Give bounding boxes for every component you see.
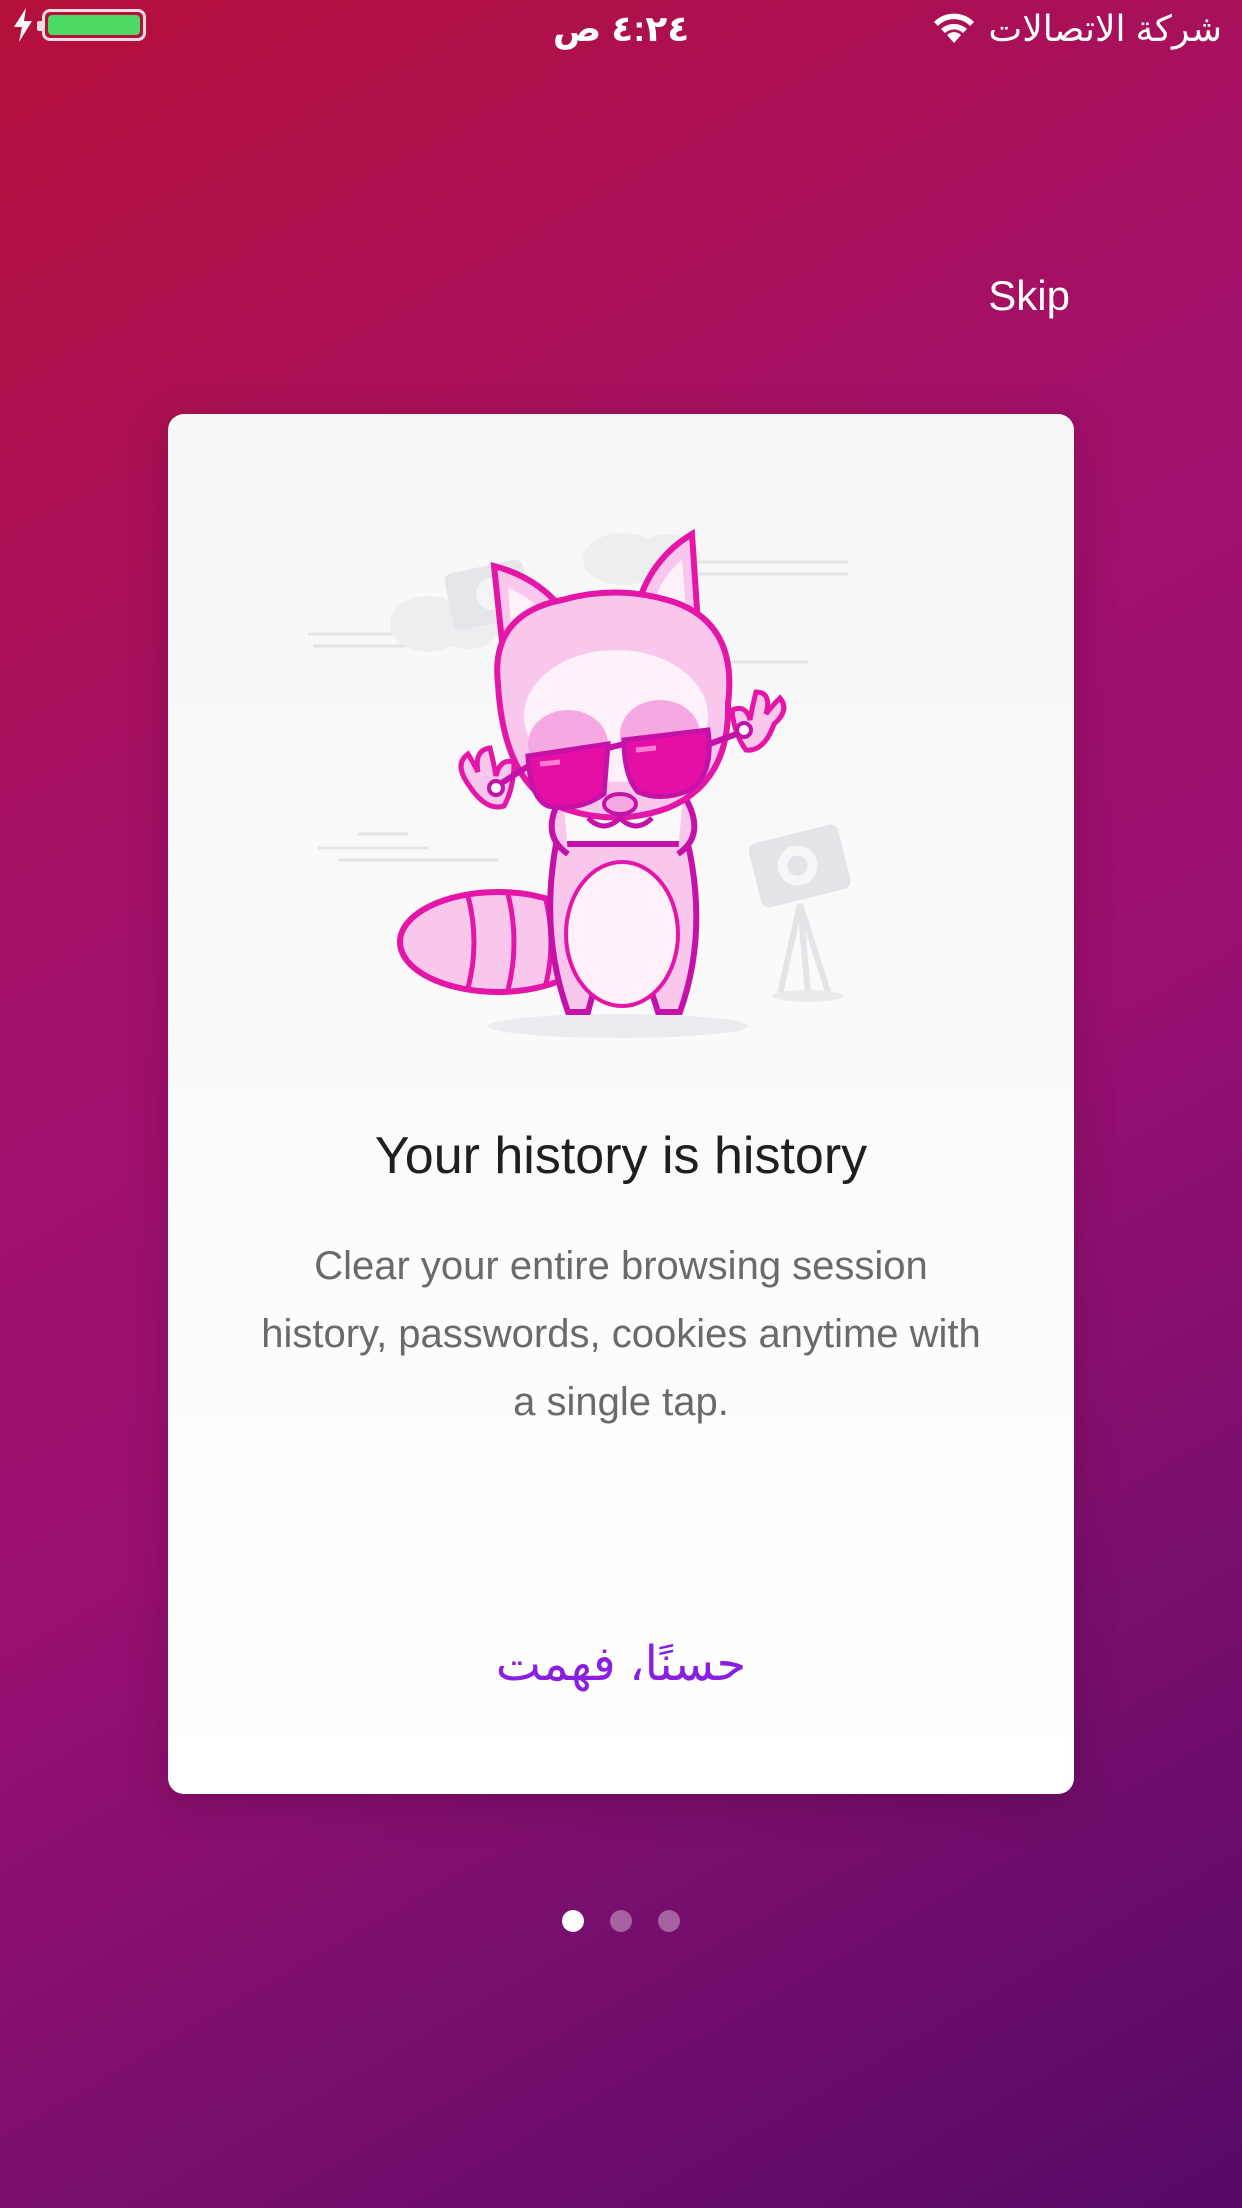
skip-button[interactable]: Skip — [988, 272, 1070, 320]
got-it-button[interactable]: حسنًا، فهمت — [168, 1636, 1074, 1692]
card-title: Your history is history — [374, 1127, 868, 1185]
status-right: شركة الاتصالات — [932, 8, 1222, 50]
page-dot-3[interactable] — [658, 1910, 680, 1932]
carrier-name: شركة الاتصالات — [988, 8, 1222, 49]
wifi-icon — [934, 13, 975, 43]
status-bar: ٤:٢٤ ص شركة الاتصالات — [0, 0, 1242, 60]
raccoon-illustration — [308, 528, 851, 1038]
card-description: Clear your entire browsing session histo… — [261, 1244, 981, 1424]
page-indicator — [0, 1910, 1242, 1932]
onboarding-card: Your history is history Clear your entir… — [168, 414, 1074, 1794]
page-dot-1[interactable] — [562, 1910, 584, 1932]
page-dot-2[interactable] — [610, 1910, 632, 1932]
